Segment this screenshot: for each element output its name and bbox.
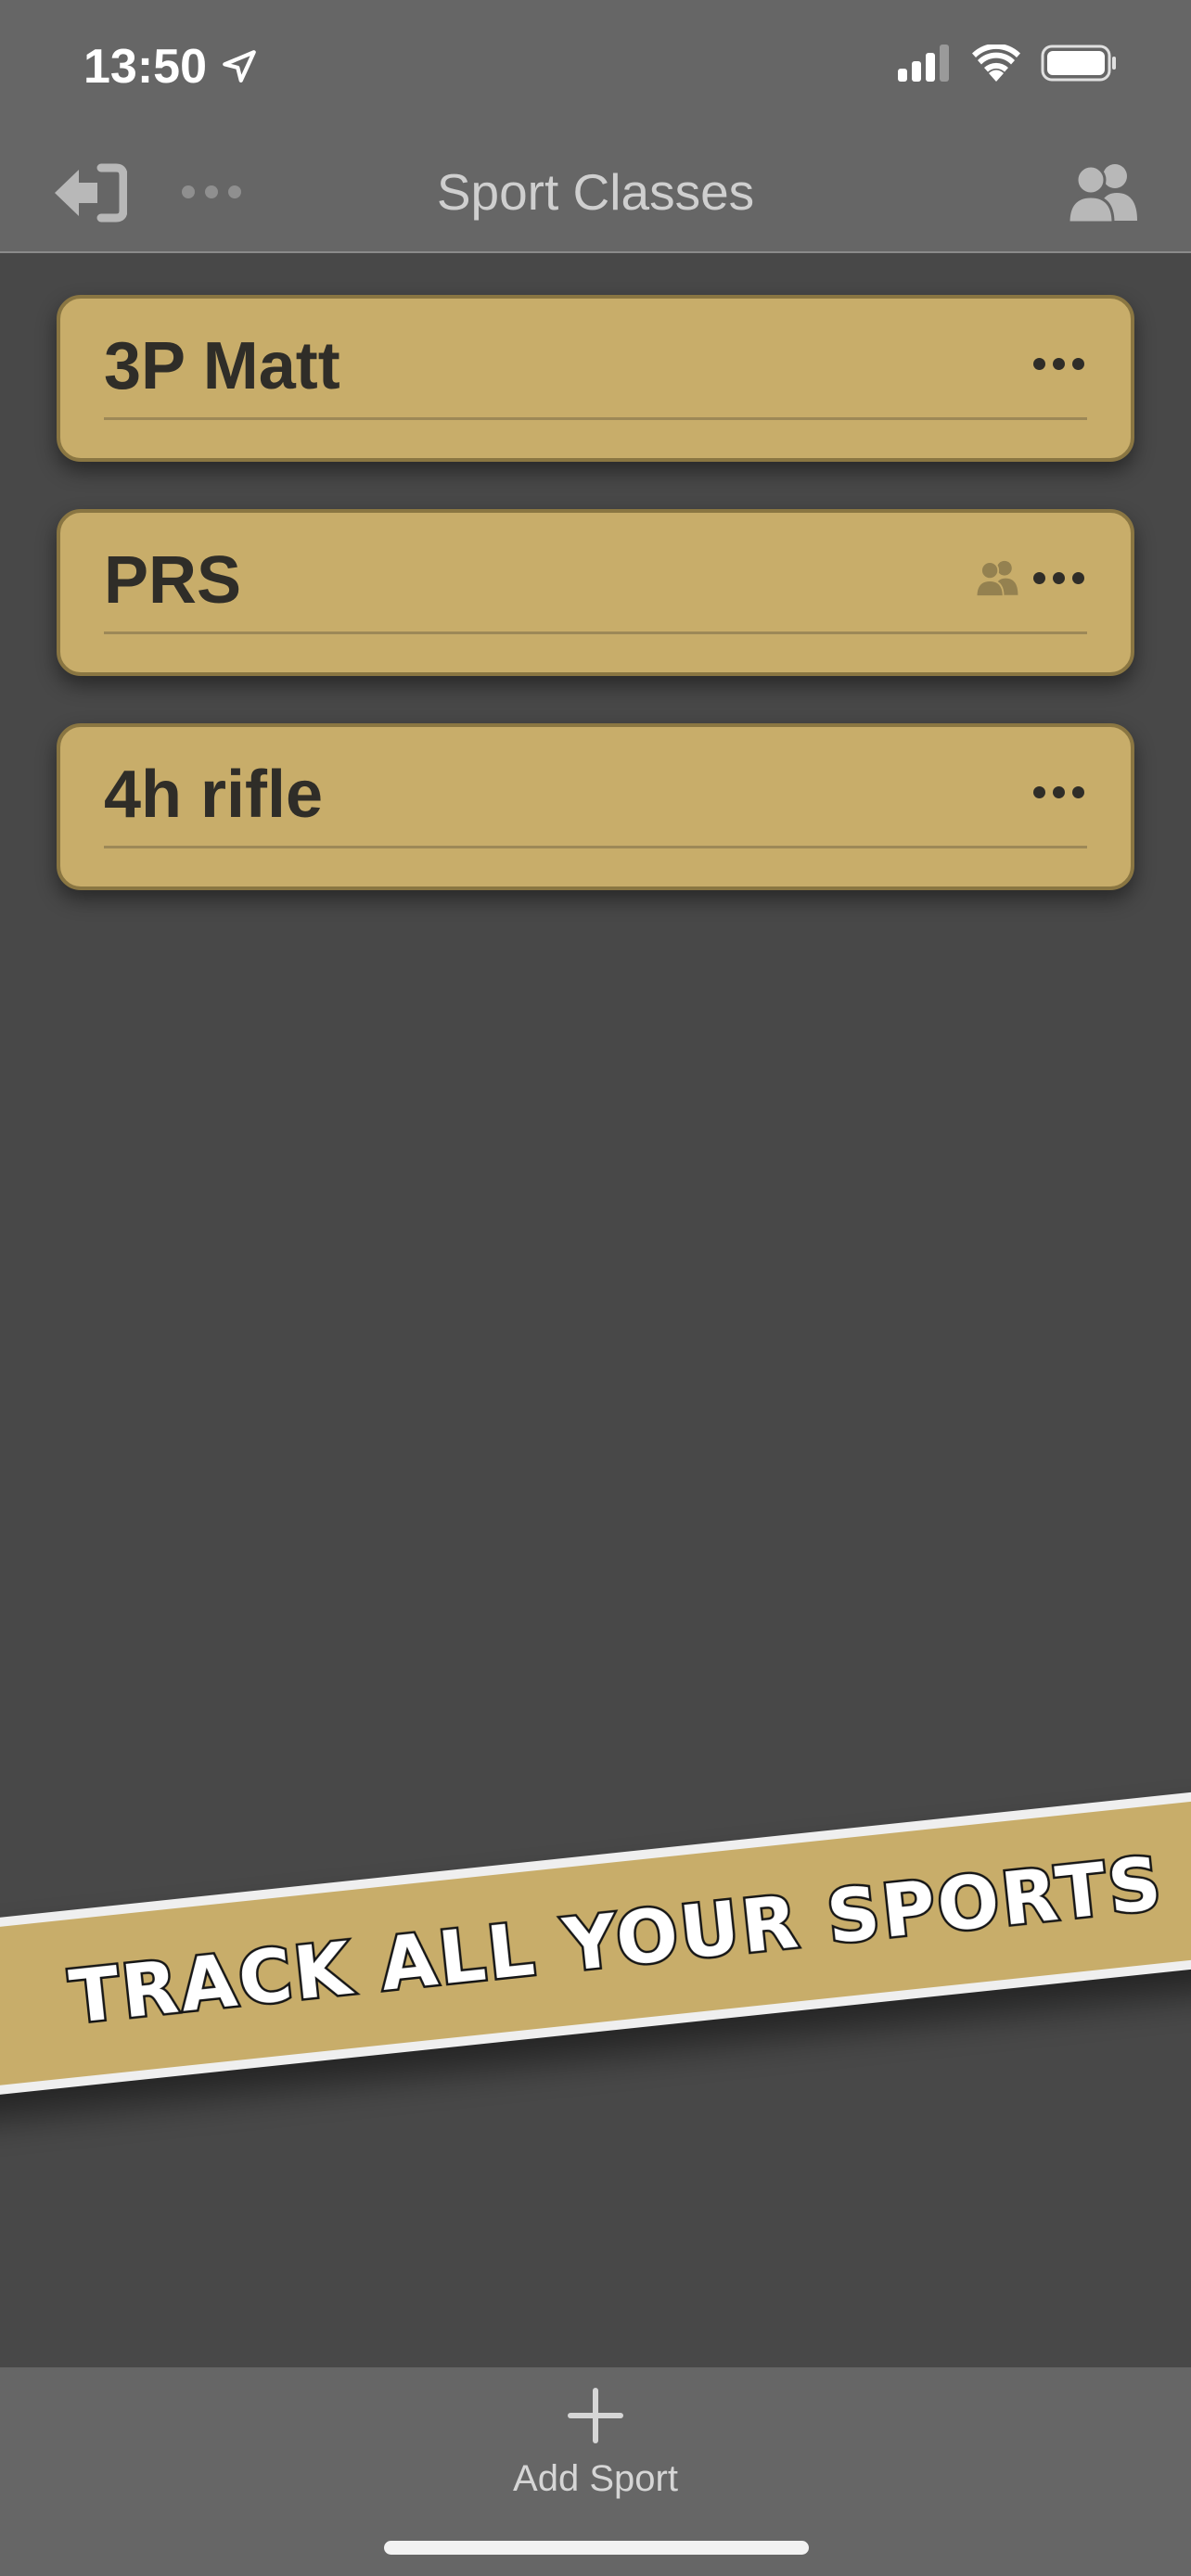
- status-indicators: [898, 45, 1117, 82]
- divider: [104, 417, 1087, 420]
- divider: [104, 631, 1087, 634]
- ellipsis-dot: [1033, 572, 1045, 584]
- sport-card[interactable]: 4h rifle: [57, 723, 1134, 890]
- page-title: Sport Classes: [436, 163, 755, 221]
- divider: [104, 846, 1087, 848]
- ellipsis-dot: [1053, 572, 1065, 584]
- ellipsis-dot: [1053, 358, 1065, 370]
- add-sport-label: Add Sport: [513, 2458, 678, 2499]
- ellipsis-dot: [1033, 786, 1045, 798]
- people-button[interactable]: [1065, 159, 1141, 224]
- home-indicator[interactable]: [384, 2541, 809, 2555]
- ellipsis-dot: [1053, 786, 1065, 798]
- wifi-icon: [972, 45, 1020, 82]
- shared-group-icon: [975, 560, 1018, 596]
- location-arrow-icon: [223, 50, 256, 83]
- ellipsis-dot: [1072, 786, 1084, 798]
- status-time-text: 13:50: [83, 40, 207, 94]
- promo-banner-strip: TRACK ALL YOUR SPORTS: [0, 1784, 1191, 2101]
- promo-banner: TRACK ALL YOUR SPORTS: [0, 1784, 1191, 2101]
- promo-banner-text: TRACK ALL YOUR SPORTS: [64, 1840, 1170, 2042]
- top-bar: 13:50 Sport Classes: [0, 0, 1191, 253]
- sport-name: 3P Matt: [104, 329, 340, 403]
- sport-name: 4h rifle: [104, 758, 324, 832]
- ellipsis-dot: [1072, 572, 1084, 584]
- people-icon: [1067, 164, 1137, 223]
- sport-options-button[interactable]: [1033, 786, 1084, 798]
- sport-card[interactable]: PRS: [57, 509, 1134, 676]
- sport-options-button[interactable]: [1033, 358, 1084, 370]
- ellipsis-dot: [1033, 358, 1045, 370]
- add-sport-button[interactable]: Add Sport: [456, 2386, 735, 2534]
- sport-card[interactable]: 3P Matt: [57, 295, 1134, 462]
- plus-icon: [568, 2388, 623, 2443]
- sport-name: PRS: [104, 543, 242, 618]
- cellular-signal-icon: [898, 45, 949, 82]
- ellipsis-dot: [1072, 358, 1084, 370]
- battery-full-icon: [1041, 45, 1116, 82]
- status-time: 13:50: [83, 39, 259, 95]
- sport-options-button[interactable]: [1033, 572, 1084, 584]
